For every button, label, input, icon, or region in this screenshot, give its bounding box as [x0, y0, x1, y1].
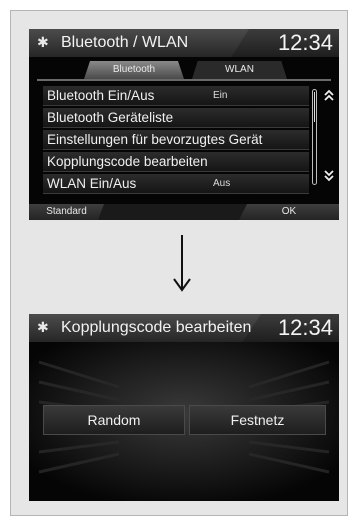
- standard-button[interactable]: Standard: [29, 204, 104, 220]
- list-item-value: Aus: [213, 178, 231, 189]
- list-item-preferred-device-settings[interactable]: Einstellungen für bevorzugtes Gerät: [43, 130, 309, 150]
- settings-list: Bluetooth Ein/Aus Ein Bluetooth Geräteli…: [43, 86, 309, 196]
- edit-pairing-code-screen: ✱ Kopplungscode bearbeiten 12:34 Random …: [29, 314, 339, 501]
- title-bar: ✱ Kopplungscode bearbeiten 12:34: [29, 314, 339, 342]
- bluetooth-wlan-screen: ✱ Bluetooth / WLAN 12:34 Bluetooth WLAN …: [29, 29, 339, 220]
- clock: 12:34: [277, 30, 333, 55]
- tab-underline: [37, 79, 331, 81]
- ok-button[interactable]: OK: [239, 204, 339, 220]
- bottom-bar: Standard OK: [29, 204, 339, 220]
- gear-icon: ✱: [37, 319, 49, 335]
- scrollbar[interactable]: [312, 89, 317, 185]
- screen-title: Kopplungscode bearbeiten: [61, 319, 252, 336]
- down-arrow-icon: [172, 233, 192, 293]
- list-item-label: Bluetooth Geräteliste: [47, 110, 174, 125]
- chevron-down-icon[interactable]: [322, 170, 336, 184]
- list-item-label: Kopplungscode bearbeiten: [47, 154, 208, 169]
- list-item-edit-pairing-code[interactable]: Kopplungscode bearbeiten: [43, 152, 309, 172]
- clock: 12:34: [277, 315, 333, 340]
- scrollbar-thumb[interactable]: [314, 92, 315, 122]
- list-item-wlan-on-off[interactable]: WLAN Ein/Aus Aus: [43, 174, 309, 194]
- random-button[interactable]: Random: [43, 405, 185, 435]
- title-bar: ✱ Bluetooth / WLAN 12:34: [29, 29, 339, 57]
- list-item-value: Ein: [213, 90, 228, 101]
- chevron-up-icon[interactable]: [322, 89, 336, 103]
- list-item-label: Bluetooth Ein/Aus: [47, 88, 155, 103]
- list-item-label: WLAN Ein/Aus: [47, 176, 137, 191]
- tab-wlan[interactable]: WLAN: [192, 61, 287, 79]
- list-item-bluetooth-on-off[interactable]: Bluetooth Ein/Aus Ein: [43, 86, 309, 106]
- tab-bluetooth[interactable]: Bluetooth: [84, 61, 184, 79]
- festnetz-button[interactable]: Festnetz: [189, 405, 326, 435]
- list-item-bluetooth-device-list[interactable]: Bluetooth Geräteliste: [43, 108, 309, 128]
- screen-title: Bluetooth / WLAN: [61, 34, 189, 51]
- gear-icon: ✱: [37, 34, 49, 50]
- tab-bar: Bluetooth WLAN: [29, 61, 339, 81]
- list-item-label: Einstellungen für bevorzugtes Gerät: [47, 132, 263, 147]
